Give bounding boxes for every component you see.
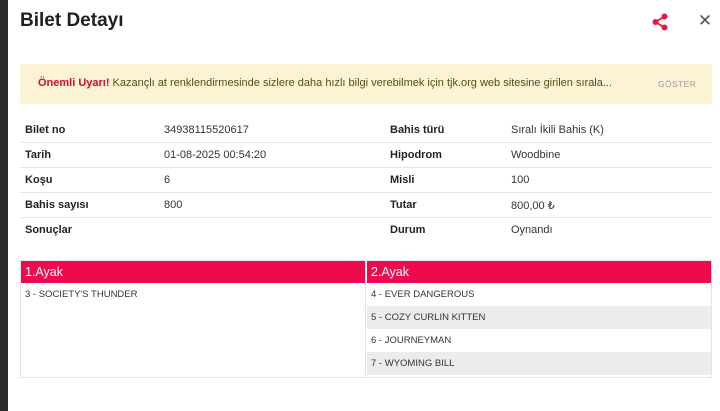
amount-value: 800,00 ₺ (511, 200, 555, 212)
modal-title: Bilet Detayı (20, 10, 124, 31)
multiplier-value: 100 (511, 174, 530, 186)
amount-label: Tutar (390, 199, 417, 211)
horse-item: 3 - SOCIETY'S THUNDER (25, 289, 138, 300)
racecourse-label: Hipodrom (390, 149, 442, 161)
detail-row: Bilet no 34938115520617 Bahis türü Sıral… (20, 118, 712, 143)
important-warning-banner: Önemli Uyarı! Kazançlı at renklendirmesin… (20, 64, 712, 104)
modal-header: Bilet Detayı ✕ (8, 0, 720, 44)
ticket-detail-modal: Bilet Detayı ✕ Önemli Uyarı! Kazançlı at … (8, 0, 720, 411)
detail-row: Bahis sayısı 800 Tutar 800,00 ₺ (20, 193, 712, 218)
bet-type-label: Bahis türü (390, 124, 445, 136)
ticket-no-value: 34938115520617 (164, 124, 249, 136)
leg-column-2: 2.Ayak 4 - EVER DANGEROUS 5 - COZY CURLI… (367, 261, 711, 377)
horse-item: 7 - WYOMING BILL (367, 352, 711, 375)
ticket-no-label: Bilet no (25, 124, 66, 136)
background-page-edge (0, 0, 8, 411)
leg-column-1: 1.Ayak 3 - SOCIETY'S THUNDER (21, 261, 366, 377)
leg-header: 2.Ayak (367, 261, 711, 283)
show-button[interactable]: GÖSTER (658, 79, 696, 89)
racecourse-value: Woodbine (511, 149, 561, 161)
bet-count-label: Bahis sayısı (25, 199, 89, 211)
date-label: Tarih (25, 149, 52, 161)
legs-table: 1.Ayak 3 - SOCIETY'S THUNDER 2.Ayak 4 - … (20, 260, 712, 378)
detail-row: Sonuçlar Durum Oynandı (20, 218, 712, 243)
race-value: 6 (164, 174, 171, 186)
horse-item: 5 - COZY CURLIN KITTEN (367, 306, 711, 329)
ticket-details-table: Bilet no 34938115520617 Bahis türü Sıral… (20, 118, 712, 243)
leg-header: 1.Ayak (21, 261, 365, 283)
status-label: Durum (390, 224, 426, 236)
warning-title: Önemli Uyarı! (38, 77, 110, 89)
share-icon[interactable] (650, 12, 670, 32)
race-label: Koşu (25, 174, 53, 186)
warning-text: Önemli Uyarı! Kazançlı at renklendirmesin… (38, 77, 612, 89)
horse-item: 4 - EVER DANGEROUS (371, 289, 475, 300)
warning-message: Kazançlı at renklendirmesinde sizlere da… (112, 77, 613, 89)
results-label: Sonuçlar (25, 224, 73, 236)
multiplier-label: Misli (390, 174, 415, 186)
horse-item: 6 - JOURNEYMAN (371, 335, 452, 346)
date-value: 01-08-2025 00:54:20 (164, 149, 267, 161)
bet-count-value: 800 (164, 199, 183, 211)
status-value: Oynandı (511, 224, 553, 236)
detail-row: Koşu 6 Misli 100 (20, 168, 712, 193)
bet-type-value: Sıralı İkili Bahis (K) (511, 124, 604, 136)
detail-row: Tarih 01-08-2025 00:54:20 Hipodrom Woodb… (20, 143, 712, 168)
close-icon[interactable]: ✕ (696, 11, 714, 31)
